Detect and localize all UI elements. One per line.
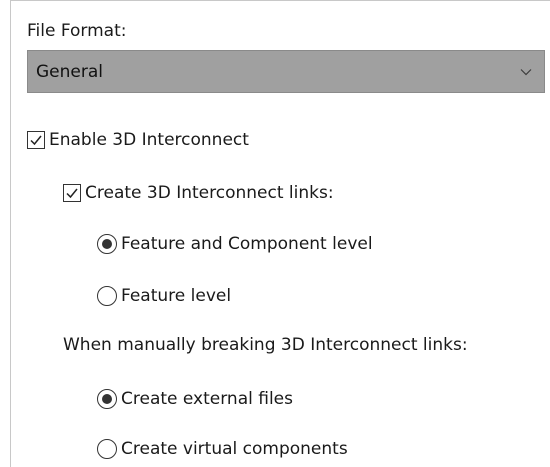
radio-create-virtual-components[interactable]: Create virtual components [97, 436, 348, 462]
chevron-down-icon [520, 69, 532, 76]
radio-unselected-icon [97, 439, 117, 459]
radio-label: Create external files [121, 389, 293, 409]
checkbox-checked-icon [63, 184, 81, 202]
radio-feature-level[interactable]: Feature level [97, 283, 231, 309]
options-panel: File Format: General Enable 3D Interconn… [10, 0, 550, 467]
radio-selected-icon [97, 389, 117, 409]
enable-3d-interconnect-label: Enable 3D Interconnect [49, 130, 249, 150]
file-format-value: General [36, 62, 103, 82]
file-format-dropdown[interactable]: General [27, 50, 545, 93]
radio-label: Feature level [121, 286, 232, 306]
radio-label: Feature and Component level [121, 234, 373, 254]
radio-label: Create virtual components [121, 439, 348, 459]
create-links-label: Create 3D Interconnect links: [85, 183, 334, 203]
file-format-label: File Format: [27, 21, 127, 41]
radio-feature-and-component-level[interactable]: Feature and Component level [97, 231, 373, 257]
checkbox-checked-icon [27, 131, 45, 149]
radio-unselected-icon [97, 286, 117, 306]
radio-selected-icon [97, 234, 117, 254]
create-links-checkbox[interactable]: Create 3D Interconnect links: [63, 180, 334, 206]
radio-create-external-files[interactable]: Create external files [97, 386, 293, 412]
enable-3d-interconnect-checkbox[interactable]: Enable 3D Interconnect [27, 127, 249, 153]
breaking-links-label: When manually breaking 3D Interconnect l… [63, 335, 468, 355]
